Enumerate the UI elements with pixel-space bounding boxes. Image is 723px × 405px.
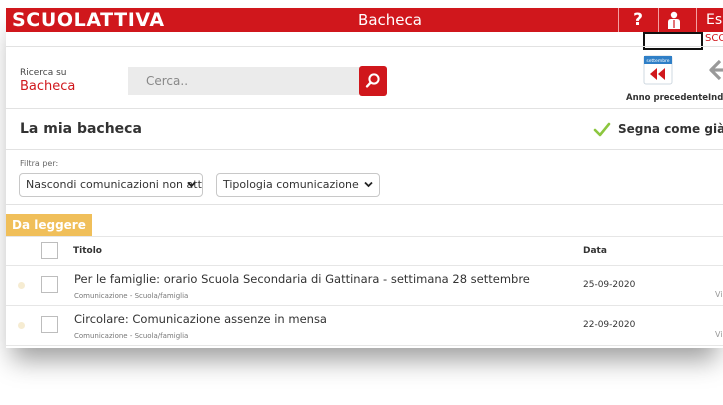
row-view-link[interactable]: Vi [715, 290, 723, 299]
search-label: Ricerca su [20, 68, 67, 78]
divider [658, 8, 659, 32]
type-filter-select[interactable]: Tipologia comunicazione [216, 173, 380, 197]
chevron-down-icon [187, 181, 196, 188]
filter-label: Filtra per: [20, 159, 59, 168]
divider [6, 204, 723, 205]
search-icon [365, 73, 380, 88]
table-row[interactable]: Per le famiglie: orario Scuola Secondari… [6, 266, 723, 306]
section-title: La mia bacheca [20, 121, 142, 137]
app-window: SCUOLATTIVA Bacheca ? Es SCO Ricerca su … [6, 8, 723, 348]
row-checkbox[interactable] [41, 276, 58, 293]
previous-year-label[interactable]: Anno precedente [626, 93, 708, 103]
exit-button[interactable]: Es [706, 8, 722, 32]
mark-as-read-button[interactable]: Segna come già le [618, 122, 723, 136]
row-date: 25-09-2020 [583, 280, 636, 290]
row-date: 22-09-2020 [583, 320, 636, 330]
back-arrow-icon[interactable] [706, 58, 723, 82]
active-filter-select[interactable]: Nascondi comunicazioni non attive [19, 173, 203, 197]
search-input[interactable] [128, 67, 362, 95]
table-header: Titolo Data [6, 236, 723, 266]
divider [6, 149, 723, 150]
app-logo[interactable]: SCUOLATTIVA [12, 9, 165, 31]
type-filter-value: Tipologia comunicazione [223, 178, 359, 191]
row-title[interactable]: Circolare: Comunicazione assenze in mens… [74, 312, 327, 326]
chevron-down-icon [364, 181, 373, 188]
divider [6, 108, 723, 109]
unread-dot-icon [18, 282, 25, 289]
row-view-link[interactable]: Vi [715, 330, 723, 339]
select-all-checkbox[interactable] [41, 242, 58, 259]
school-code: SCO [705, 33, 723, 44]
divider [6, 46, 723, 47]
divider [696, 8, 697, 32]
unread-dot-icon [18, 322, 25, 329]
row-category: Comunicazione - Scuola/famiglia [74, 292, 189, 300]
active-filter-value: Nascondi comunicazioni non attive [26, 178, 203, 191]
user-icon[interactable] [666, 11, 682, 29]
calendar-previous-year-icon[interactable]: settembre [643, 55, 673, 85]
divider [618, 8, 619, 32]
back-label[interactable]: Indi [708, 93, 723, 103]
calendar-month-label: settembre [646, 58, 669, 64]
user-name-box[interactable] [643, 32, 703, 50]
table-row[interactable]: Circolare: Comunicazione assenze in mens… [6, 306, 723, 346]
page-title: Bacheca [358, 11, 422, 29]
row-category: Comunicazione - Scuola/famiglia [74, 332, 189, 340]
search-button[interactable] [359, 66, 387, 96]
tab-unread[interactable]: Da leggere [6, 214, 92, 236]
search-scope: Bacheca [20, 79, 76, 94]
row-checkbox[interactable] [41, 316, 58, 333]
checkmark-icon[interactable] [593, 122, 611, 138]
row-title[interactable]: Per le famiglie: orario Scuola Secondari… [74, 272, 530, 286]
column-header-date[interactable]: Data [583, 246, 607, 256]
column-header-title[interactable]: Titolo [73, 246, 102, 256]
top-bar: SCUOLATTIVA Bacheca ? Es [6, 8, 723, 32]
help-button[interactable]: ? [624, 8, 652, 32]
